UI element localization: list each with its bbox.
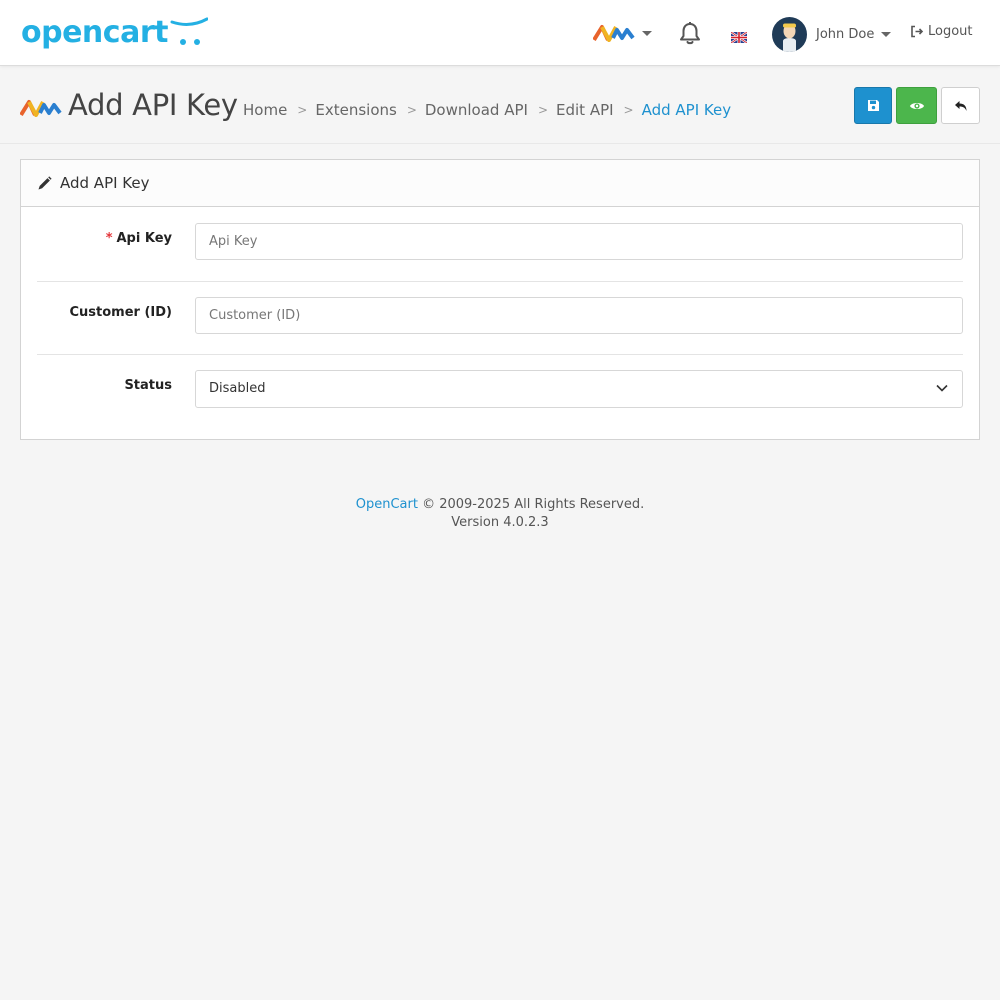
form-row-api-key: * Api Key [37, 207, 963, 281]
version-text: Version 4.0.2.3 [451, 515, 549, 530]
breadcrumb-edit-api[interactable]: Edit API [556, 101, 614, 119]
language-selector[interactable] [730, 28, 748, 47]
api-key-input[interactable] [195, 223, 963, 260]
required-marker: * [105, 231, 113, 246]
form-card: Add API Key *Api Key Customer (ID) Statu… [20, 159, 980, 440]
form-row-status: Status Disabled [37, 354, 963, 428]
copyright-text: © 2009-2025 All Rights Reserved. [422, 497, 645, 512]
eye-icon [909, 102, 924, 109]
chevron-right-icon: > [297, 103, 308, 117]
view-button[interactable] [896, 87, 937, 124]
breadcrumb-download-api[interactable]: Download API [425, 101, 528, 119]
opencart-logo[interactable]: opencart [21, 14, 208, 54]
chevron-down-icon [881, 32, 892, 37]
status-select[interactable]: Disabled [195, 370, 963, 408]
customer-id-label: Customer (ID) [69, 305, 173, 320]
logout-link[interactable]: Logout [910, 24, 973, 39]
breadcrumb-add-api-key[interactable]: Add API Key [642, 101, 732, 119]
sign-out-icon [911, 25, 924, 38]
brand-dropdown[interactable] [593, 24, 652, 42]
breadcrumb-extensions[interactable]: Extensions [315, 101, 396, 119]
user-menu[interactable]: John Doe [772, 17, 892, 52]
bell-icon [680, 22, 700, 45]
breadcrumb: Home > Extensions > Download API > Edit … [243, 101, 731, 119]
save-button[interactable] [854, 87, 892, 124]
page-title: Add API Key [68, 88, 238, 122]
top-navbar: opencart John Doe Logout [0, 0, 1000, 66]
cart-swoosh-icon [170, 17, 208, 45]
brand-mark-icon [20, 100, 62, 117]
chevron-right-icon: > [406, 103, 417, 117]
avatar [772, 17, 807, 52]
chevron-down-icon [936, 384, 948, 392]
status-selected-value: Disabled [209, 381, 266, 396]
save-icon [867, 100, 879, 111]
logo-text: opencart [21, 15, 168, 50]
logout-label: Logout [928, 24, 973, 39]
breadcrumb-home[interactable]: Home [243, 101, 287, 119]
status-label: Status [124, 378, 172, 393]
notifications-button[interactable] [678, 21, 702, 50]
customer-id-input[interactable] [195, 297, 963, 334]
uk-flag-icon [730, 31, 748, 44]
card-header: Add API Key [21, 160, 979, 207]
back-button[interactable] [941, 87, 980, 124]
opencart-link[interactable]: OpenCart [356, 497, 418, 512]
chevron-right-icon: > [537, 103, 548, 117]
footer-copyright: OpenCart © 2009-2025 All Rights Reserved… [0, 496, 1000, 514]
chevron-right-icon: > [623, 103, 634, 117]
reply-icon [954, 100, 966, 111]
form-row-customer-id: Customer (ID) [37, 281, 963, 355]
user-name: John Doe [816, 27, 875, 42]
card-title: Add API Key [60, 174, 150, 192]
pencil-icon [38, 175, 52, 189]
page-header: Add API Key Home > Extensions > Download… [0, 67, 1000, 144]
brand-mark-icon [593, 25, 635, 42]
api-key-label: * Api Key [105, 231, 172, 246]
footer: OpenCart © 2009-2025 All Rights Reserved… [0, 496, 1000, 532]
chevron-down-icon [642, 30, 652, 36]
